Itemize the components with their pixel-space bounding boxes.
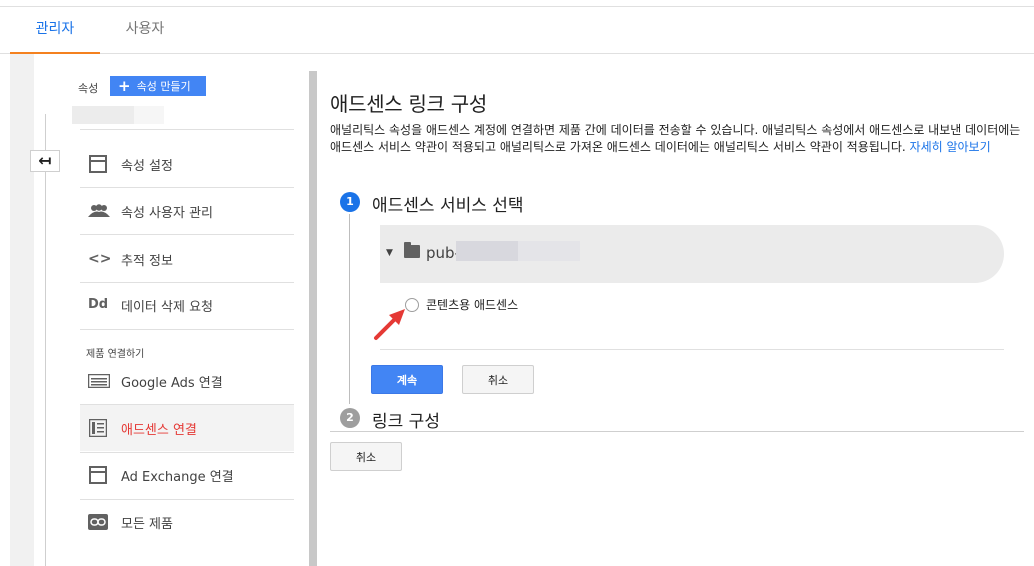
sidebar-item-ad-exchange[interactable]: Ad Exchange 연결: [80, 452, 294, 498]
back-arrow-icon: ↤: [38, 151, 52, 170]
sidebar: ↤ 속성 + 속성 만들기 속성 설정 속성 사용자 관리 <> 추적 정보 Dd…: [10, 54, 317, 566]
adsense-account-row[interactable]: ▼ pub-: [380, 225, 1004, 283]
link-icon: [88, 512, 108, 532]
sidebar-item-label: Ad Exchange 연결: [121, 470, 234, 485]
adsense-icon: [88, 418, 108, 438]
folder-icon: [404, 242, 420, 258]
property-settings-icon: [88, 154, 108, 174]
sidebar-scrollbar[interactable]: [309, 71, 317, 566]
property-label: 속성: [78, 82, 99, 95]
property-selector-tail: [134, 106, 164, 124]
main-content: 애드센스 링크 구성 애널리틱스 속성을 애드센스 계정에 연결하면 제품 간에…: [330, 54, 1030, 566]
sidebar-item-tracking-info[interactable]: <> 추적 정보: [80, 236, 294, 282]
step-cancel-button[interactable]: 취소: [462, 365, 534, 394]
account-id-redacted: [456, 241, 518, 261]
sidebar-item-label: Google Ads 연결: [121, 376, 223, 391]
create-property-label: 속성 만들기: [136, 80, 191, 93]
continue-button[interactable]: 계속: [371, 365, 443, 394]
page-title: 애드센스 링크 구성: [330, 92, 487, 116]
sidebar-item-data-deletion[interactable]: Dd 데이터 삭제 요청: [80, 282, 294, 328]
adsense-for-content-label: 콘텐츠용 애드센스: [426, 298, 519, 312]
sidebar-divider: [80, 234, 294, 235]
sidebar-item-label: 애드센스 연결: [121, 423, 197, 438]
learn-more-link[interactable]: 자세히 알아보기: [910, 140, 991, 154]
google-ads-icon: [87, 371, 111, 391]
sidebar-item-all-products[interactable]: 모든 제품: [80, 499, 294, 545]
sidebar-item-label: 속성 사용자 관리: [121, 206, 213, 221]
sidebar-item-label: 데이터 삭제 요청: [121, 300, 213, 315]
caret-down-icon[interactable]: ▼: [386, 248, 393, 258]
tab-user[interactable]: 사용자: [100, 7, 190, 54]
account-id-prefix: pub-: [426, 244, 460, 262]
sidebar-item-google-ads[interactable]: Google Ads 연결: [80, 358, 294, 404]
sidebar-item-label: 속성 설정: [121, 159, 173, 174]
account-id-redacted-tail: [518, 241, 580, 261]
property-selector[interactable]: [72, 106, 134, 124]
step-divider: [380, 349, 1004, 350]
code-brackets-icon: <>: [88, 251, 112, 267]
step-1-title: 애드센스 서비스 선택: [372, 196, 524, 216]
red-arrow-annotation-icon: [374, 309, 405, 340]
sidebar-divider: [80, 129, 294, 130]
back-button[interactable]: ↤: [30, 150, 60, 172]
ad-exchange-icon: [88, 465, 108, 485]
step-1-number: 1: [340, 192, 360, 212]
sidebar-divider: [80, 329, 294, 330]
plus-icon: +: [118, 77, 131, 95]
page-description: 애널리틱스 속성을 애드센스 계정에 연결하면 제품 간에 데이터를 전송할 수…: [330, 122, 1024, 156]
sidebar-rail-line: [45, 114, 46, 566]
dd-icon: Dd: [88, 297, 109, 312]
sidebar-item-adsense[interactable]: 애드센스 연결: [80, 405, 294, 451]
top-tabs: 관리자 사용자: [0, 7, 1034, 54]
adsense-for-content-radio[interactable]: [405, 298, 419, 312]
main-divider: [330, 431, 1024, 432]
sidebar-item-label: 모든 제품: [121, 517, 173, 532]
step-connector-line: [349, 214, 350, 404]
create-property-button[interactable]: + 속성 만들기: [110, 76, 206, 96]
people-icon: [88, 201, 110, 221]
step-2-number: 2: [340, 408, 360, 428]
sidebar-item-label: 추적 정보: [121, 254, 173, 269]
cancel-button[interactable]: 취소: [330, 442, 402, 471]
tab-admin[interactable]: 관리자: [10, 7, 100, 54]
sidebar-item-property-settings[interactable]: 속성 설정: [80, 141, 294, 187]
sidebar-item-user-management[interactable]: 속성 사용자 관리: [80, 188, 294, 234]
step-2-title: 링크 구성: [372, 412, 440, 432]
